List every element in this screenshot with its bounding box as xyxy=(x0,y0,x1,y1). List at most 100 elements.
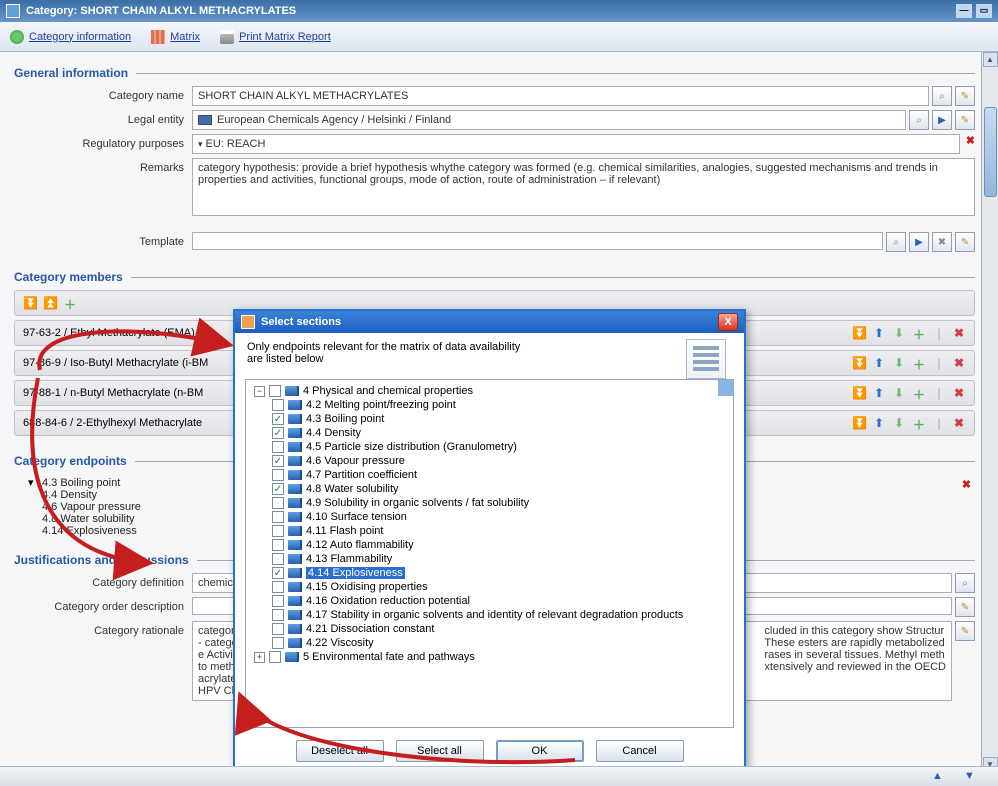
tree-item[interactable]: 4.4 Density xyxy=(250,426,729,440)
add-icon[interactable]: ＋ xyxy=(912,416,926,430)
move-up-icon[interactable]: ⬆ xyxy=(872,416,886,430)
tree-item-checkbox[interactable] xyxy=(272,595,284,607)
add-icon[interactable]: ＋ xyxy=(912,326,926,340)
tree-item-checkbox[interactable] xyxy=(272,413,284,425)
deselect-all-button[interactable]: Deselect all xyxy=(296,740,384,762)
dialog-close-button[interactable]: X xyxy=(718,313,738,331)
category-name-edit-button[interactable] xyxy=(955,86,975,106)
move-down-icon[interactable]: ⬇ xyxy=(892,356,906,370)
tree-item[interactable]: 4.16 Oxidation reduction potential xyxy=(250,594,729,608)
move-down-icon[interactable]: ⬇ xyxy=(892,416,906,430)
tree-item[interactable]: 4.17 Stability in organic solvents and i… xyxy=(250,608,729,622)
template-edit-button[interactable] xyxy=(955,232,975,252)
tree-item-checkbox[interactable] xyxy=(272,637,284,649)
tree-item-checkbox[interactable] xyxy=(272,539,284,551)
scroll-thumb[interactable] xyxy=(984,107,997,197)
category-rationale-edit-button[interactable] xyxy=(955,621,975,641)
collapse-icon[interactable]: − xyxy=(254,386,265,397)
expand-icon[interactable]: ⏬ xyxy=(852,356,866,370)
group-checkbox[interactable] xyxy=(269,651,281,663)
move-down-icon[interactable]: ⬇ xyxy=(892,386,906,400)
template-input[interactable] xyxy=(192,232,883,250)
collapse-all-icon[interactable]: ⏫ xyxy=(43,296,57,310)
tree-item-checkbox[interactable] xyxy=(272,567,284,579)
remarks-textarea[interactable]: category hypothesis: provide a brief hyp… xyxy=(192,158,975,216)
tree-item[interactable]: 4.5 Particle size distribution (Granulom… xyxy=(250,440,729,454)
tree-item[interactable]: 4.13 Flammability xyxy=(250,552,729,566)
minimize-button[interactable]: — xyxy=(956,4,972,18)
move-up-icon[interactable]: ⬆ xyxy=(872,356,886,370)
legal-entity-input[interactable]: European Chemicals Agency / Helsinki / F… xyxy=(192,110,906,130)
select-all-button[interactable]: Select all xyxy=(396,740,484,762)
legal-entity-lookup-button[interactable] xyxy=(909,110,929,130)
tree-item[interactable]: 4.10 Surface tension xyxy=(250,510,729,524)
delete-icon[interactable]: ✖ xyxy=(952,356,966,370)
tree-item-checkbox[interactable] xyxy=(272,469,284,481)
tree-item[interactable]: 4.21 Dissociation constant xyxy=(250,622,729,636)
regulatory-remove-icon[interactable]: ✖ xyxy=(966,134,975,147)
dialog-titlebar[interactable]: Select sections X xyxy=(235,311,744,333)
tree-item-checkbox[interactable] xyxy=(272,553,284,565)
tree-item-checkbox[interactable] xyxy=(272,511,284,523)
tree-item-checkbox[interactable] xyxy=(272,483,284,495)
tree-item[interactable]: 4.3 Boiling point xyxy=(250,412,729,426)
regulatory-dropdown[interactable]: EU: REACH xyxy=(192,134,960,154)
tree-item[interactable]: 4.9 Solubility in organic solvents / fat… xyxy=(250,496,729,510)
tree-item-checkbox[interactable] xyxy=(272,581,284,593)
tree-group-physical-chemical[interactable]: − 4 Physical and chemical properties xyxy=(250,384,729,398)
expand-icon[interactable]: ⏬ xyxy=(852,416,866,430)
expand-icon[interactable]: + xyxy=(254,652,265,663)
add-icon[interactable]: ＋ xyxy=(912,386,926,400)
delete-icon[interactable]: ✖ xyxy=(952,416,966,430)
legal-entity-edit-button[interactable] xyxy=(955,110,975,130)
tree-item-checkbox[interactable] xyxy=(272,399,284,411)
move-down-icon[interactable]: ⬇ xyxy=(892,326,906,340)
chevron-down-icon[interactable]: ▾ xyxy=(28,476,38,489)
tree-item[interactable]: 4.14 Explosiveness xyxy=(250,566,729,580)
tree-item[interactable]: 4.7 Partition coefficient xyxy=(250,468,729,482)
cancel-button[interactable]: Cancel xyxy=(596,740,684,762)
matrix-link[interactable]: Matrix xyxy=(151,30,200,44)
tree-item-checkbox[interactable] xyxy=(272,525,284,537)
legal-entity-go-button[interactable] xyxy=(932,110,952,130)
tree-item-checkbox[interactable] xyxy=(272,455,284,467)
tree-item-checkbox[interactable] xyxy=(272,441,284,453)
template-clear-button[interactable] xyxy=(932,232,952,252)
tree-item[interactable]: 4.2 Melting point/freezing point xyxy=(250,398,729,412)
category-definition-lookup-button[interactable] xyxy=(955,573,975,593)
tree-item[interactable]: 4.6 Vapour pressure xyxy=(250,454,729,468)
group-checkbox[interactable] xyxy=(269,385,281,397)
vertical-scrollbar[interactable]: ▲ ▼ xyxy=(981,52,998,772)
category-name-input[interactable]: SHORT CHAIN ALKYL METHACRYLATES xyxy=(192,86,929,106)
move-up-icon[interactable]: ⬆ xyxy=(872,326,886,340)
add-member-icon[interactable]: ＋ xyxy=(63,296,77,310)
tree-item[interactable]: 4.8 Water solubility xyxy=(250,482,729,496)
print-matrix-link[interactable]: Print Matrix Report xyxy=(220,30,331,44)
category-order-edit-button[interactable] xyxy=(955,597,975,617)
delete-icon[interactable]: ✖ xyxy=(952,386,966,400)
footer-down-icon[interactable]: ▼ xyxy=(964,770,978,784)
tree-item-checkbox[interactable] xyxy=(272,497,284,509)
tree-item-checkbox[interactable] xyxy=(272,623,284,635)
maximize-button[interactable]: ▭ xyxy=(976,4,992,18)
tree-group-environmental-fate[interactable]: + 5 Environmental fate and pathways xyxy=(250,650,729,664)
tree-item[interactable]: 4.12 Auto flammability xyxy=(250,538,729,552)
tree-item[interactable]: 4.22 Viscosity xyxy=(250,636,729,650)
expand-icon[interactable]: ⏬ xyxy=(852,386,866,400)
category-information-link[interactable]: Category information xyxy=(10,30,131,44)
tree-item[interactable]: 4.11 Flash point xyxy=(250,524,729,538)
template-go-button[interactable] xyxy=(909,232,929,252)
delete-icon[interactable]: ✖ xyxy=(952,326,966,340)
move-up-icon[interactable]: ⬆ xyxy=(872,386,886,400)
expand-icon[interactable]: ⏬ xyxy=(852,326,866,340)
category-name-lookup-button[interactable] xyxy=(932,86,952,106)
add-icon[interactable]: ＋ xyxy=(912,356,926,370)
tree-item-checkbox[interactable] xyxy=(272,609,284,621)
sections-tree[interactable]: − 4 Physical and chemical properties 4.2… xyxy=(245,379,734,728)
footer-up-icon[interactable]: ▲ xyxy=(932,770,946,784)
endpoint-remove-icon[interactable]: ✖ xyxy=(962,478,971,491)
expand-all-icon[interactable]: ⏬ xyxy=(23,296,37,310)
ok-button[interactable]: OK xyxy=(496,740,584,762)
template-lookup-button[interactable] xyxy=(886,232,906,252)
scroll-up-icon[interactable]: ▲ xyxy=(983,52,998,67)
